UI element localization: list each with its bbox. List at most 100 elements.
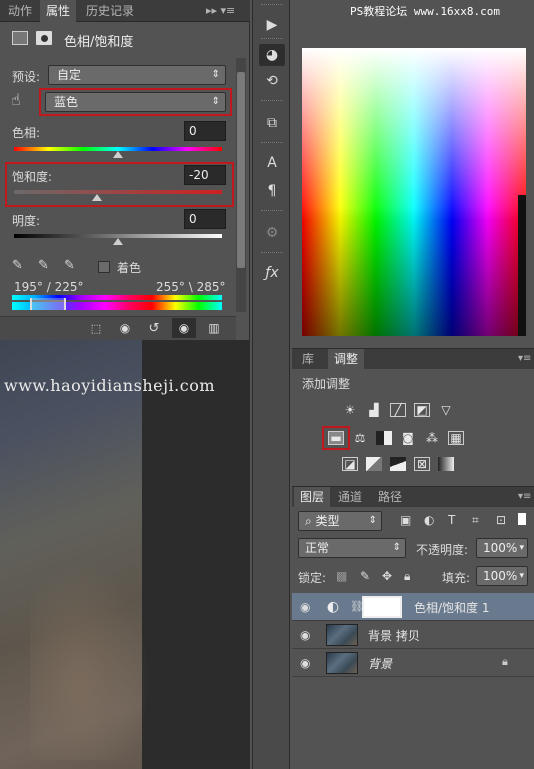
- spectrum-black-strip: [518, 195, 526, 336]
- visibility-eye-icon[interactable]: ◉: [172, 318, 196, 338]
- tab-paths[interactable]: 路径: [372, 487, 408, 507]
- eye-icon[interactable]: ◉: [300, 600, 310, 614]
- fill-input[interactable]: 100% ▾: [476, 566, 528, 586]
- eye-icon[interactable]: ◉: [300, 628, 310, 642]
- filter-type-icon[interactable]: T: [448, 513, 455, 527]
- filter-toggle-icon[interactable]: [518, 513, 526, 525]
- colorize-checkbox[interactable]: [98, 261, 110, 273]
- filter-smart-object-icon[interactable]: ⊡: [496, 513, 506, 527]
- layer-thumbnail: [326, 624, 358, 646]
- chevron-updown-icon: ⇕: [368, 515, 377, 526]
- lock-position-icon[interactable]: ✥: [382, 569, 392, 583]
- filter-pixel-icon[interactable]: ▣: [400, 513, 411, 527]
- tab-channels[interactable]: 通道: [332, 487, 368, 507]
- play-icon[interactable]: ▶: [259, 14, 285, 36]
- character-icon[interactable]: A: [259, 152, 285, 174]
- lightness-label: 明度:: [12, 214, 41, 228]
- canvas-texture: [30, 560, 150, 760]
- color-lookup-icon[interactable]: ▦: [448, 431, 464, 445]
- vibrance-icon[interactable]: ▽: [438, 403, 454, 417]
- threshold-icon[interactable]: [390, 457, 406, 471]
- saturation-highlight-box: [5, 162, 234, 207]
- tab-properties[interactable]: 属性: [40, 0, 77, 22]
- preset-select[interactable]: 自定 ⇕: [48, 65, 226, 85]
- tab-layers[interactable]: 图层: [294, 487, 331, 507]
- canvas-background: [142, 340, 250, 769]
- adjustment-layer-icon: ◐: [326, 599, 340, 615]
- filter-adjustment-icon[interactable]: ◐: [424, 513, 434, 527]
- photo-filter-icon[interactable]: ◙: [400, 431, 416, 445]
- brush-presets-icon[interactable]: ⚙: [259, 222, 285, 244]
- properties-toggle-icon[interactable]: ◕: [259, 44, 285, 66]
- reset-icon[interactable]: ↺: [144, 319, 164, 337]
- layer-row-background-copy[interactable]: ◉ 背景 拷贝: [292, 621, 534, 649]
- eyedropper-minus-icon[interactable]: ✎: [64, 258, 75, 273]
- layers-panel: 图层 通道 路径 ▾≡ ⌕ 类型 ⇕ ▣ ◐ T ⌗ ⊡ 正常 ⇕ 不透明度: …: [292, 486, 534, 769]
- tab-actions[interactable]: 动作: [2, 0, 38, 22]
- panel-menu-icon[interactable]: ▾≡: [512, 349, 534, 369]
- filter-value: 类型: [315, 514, 340, 528]
- tab-history[interactable]: 历史记录: [80, 0, 140, 22]
- targeted-adjust-hand-icon[interactable]: ☝: [11, 90, 21, 109]
- posterize-icon[interactable]: [366, 457, 382, 471]
- black-white-icon[interactable]: [376, 431, 392, 445]
- blend-mode-select[interactable]: 正常 ⇕: [298, 538, 406, 558]
- hue-input[interactable]: 0: [184, 121, 226, 141]
- eyedropper-icon[interactable]: ✎: [12, 258, 23, 273]
- selective-color-icon[interactable]: ⊠: [414, 457, 430, 471]
- grip-icon: [261, 210, 283, 212]
- panel-menu-icon[interactable]: ▸▸ ▾≡: [200, 0, 241, 22]
- site-watermark: PS教程论坛 www.16xx8.com: [350, 5, 500, 18]
- panel-menu-icon[interactable]: ▾≡: [512, 487, 534, 507]
- color-balance-icon[interactable]: ⚖: [352, 431, 368, 445]
- colorize-label: 着色: [117, 261, 142, 275]
- invert-icon[interactable]: ◪: [342, 457, 358, 471]
- tab-library[interactable]: 库: [296, 349, 320, 369]
- lightness-input[interactable]: 0: [184, 209, 226, 229]
- layer-filter-select[interactable]: ⌕ 类型 ⇕: [298, 511, 382, 531]
- lock-transparent-icon[interactable]: ▩: [336, 569, 347, 583]
- levels-icon[interactable]: ▟: [366, 403, 382, 417]
- scrollbar-thumb[interactable]: [237, 72, 245, 268]
- layer-name[interactable]: 背景: [368, 655, 392, 672]
- lock-all-icon[interactable]: 🔒︎: [404, 569, 410, 584]
- opacity-input[interactable]: 100% ▾: [476, 538, 528, 558]
- lightness-slider-thumb[interactable]: [113, 238, 123, 245]
- hue-label: 色相:: [12, 126, 41, 140]
- layer-name[interactable]: 背景 拷贝: [368, 627, 420, 644]
- grip-icon: [261, 100, 283, 102]
- mask-icon[interactable]: [36, 31, 52, 45]
- adjustments-panel: 库 调整 ▾≡ 添加调整 ☀ ▟ ╱ ◩ ▽ ▬ ⚖ ◙ ⁂ ▦ ◪ ⊠: [292, 348, 534, 486]
- fx-icon[interactable]: ƒx: [259, 262, 285, 284]
- fill-value: 100%: [483, 569, 518, 583]
- spectrum-shade: [302, 48, 526, 336]
- chevron-down-icon: ▾: [519, 571, 524, 581]
- hue-slider-thumb[interactable]: [113, 151, 123, 158]
- filter-shape-icon[interactable]: ⌗: [472, 513, 479, 528]
- hue-saturation-icon[interactable]: ▬: [328, 431, 344, 445]
- eye-icon[interactable]: ◉: [300, 656, 310, 670]
- range-right-text: 255° \ 285°: [156, 280, 226, 294]
- gradient-map-icon[interactable]: [438, 457, 454, 471]
- exposure-icon[interactable]: ◩: [414, 403, 430, 417]
- layer-name[interactable]: 色相/饱和度 1: [414, 599, 490, 616]
- layer-row-hue-saturation[interactable]: ◉ ◐ ⛓︎ 色相/饱和度 1: [292, 593, 534, 621]
- history-icon[interactable]: ⟲: [259, 70, 285, 92]
- fill-label: 填充:: [442, 571, 471, 585]
- view-previous-icon[interactable]: ◉: [114, 319, 136, 337]
- tab-adjustments[interactable]: 调整: [328, 349, 365, 369]
- eyedropper-plus-icon[interactable]: ✎: [38, 258, 49, 273]
- paragraph-icon[interactable]: ¶: [259, 180, 285, 202]
- clip-to-layer-icon[interactable]: ⬚: [86, 319, 106, 337]
- layer-row-background[interactable]: ◉ 背景 🔒︎: [292, 649, 534, 677]
- layer-mask-thumbnail[interactable]: [362, 596, 402, 618]
- curves-icon[interactable]: ╱: [390, 403, 406, 417]
- opacity-value: 100%: [483, 541, 518, 555]
- clone-source-icon[interactable]: ⧉: [259, 112, 285, 134]
- color-range-selector[interactable]: [30, 298, 66, 310]
- channel-mixer-icon[interactable]: ⁂: [424, 431, 440, 445]
- panel-tab-bar: 动作 属性 历史记录 ▸▸ ▾≡: [0, 0, 250, 22]
- brightness-icon[interactable]: ☀: [342, 403, 358, 417]
- delete-icon[interactable]: ▥: [204, 319, 224, 337]
- lock-pixels-icon[interactable]: ✎: [360, 569, 370, 583]
